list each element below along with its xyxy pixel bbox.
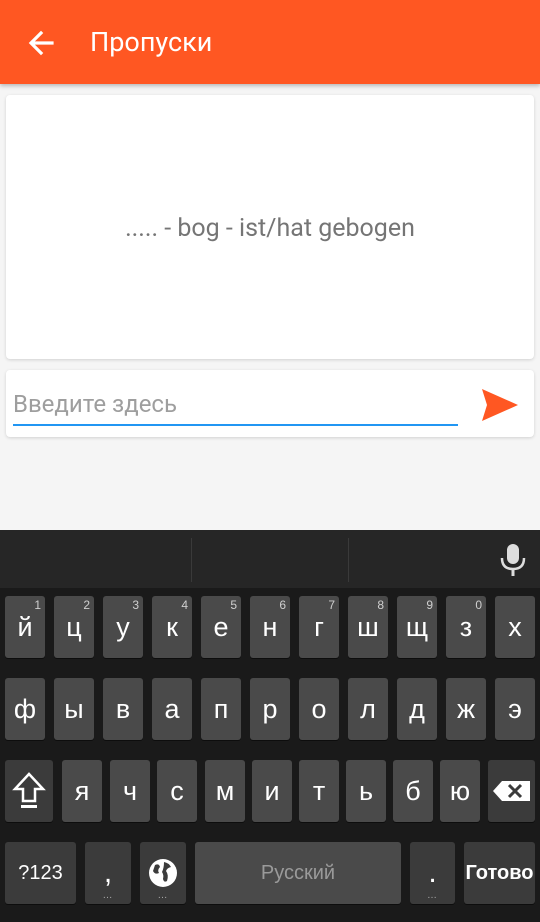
shift-icon [12,772,46,808]
key-label: ш [357,612,379,642]
key-hint: 3 [132,598,139,612]
key-б[interactable]: б [393,760,433,822]
globe-icon [149,859,177,887]
key-hint: 8 [377,598,384,612]
key-ц[interactable]: ц2 [54,596,94,658]
soft-keyboard: й1 ц2 у3 к4 е5 н6 г7 ш8 щ9 з0 х ф ы в а … [0,530,540,922]
key-и[interactable]: и [252,760,292,822]
symbols-key[interactable]: ?123 [5,842,76,904]
key-т[interactable]: т [299,760,339,822]
key-н[interactable]: н6 [250,596,290,658]
done-key[interactable]: Готово [464,842,535,904]
key-hint: 6 [279,598,286,612]
key-hint: 9 [426,598,433,612]
key-hint: 5 [230,598,237,612]
app-bar: Пропуски [0,0,540,84]
key-л[interactable]: л [348,678,388,740]
suggestion-strip [0,530,540,588]
key-hint: 7 [328,598,335,612]
key-э[interactable]: э [495,678,535,740]
key-р[interactable]: р [250,678,290,740]
back-arrow-icon[interactable] [26,28,56,58]
key-hint: 1 [34,598,41,612]
key-label: у [116,612,130,642]
key-а[interactable]: а [152,678,192,740]
key-ш[interactable]: ш8 [348,596,388,658]
send-icon[interactable] [480,387,520,423]
suggestion-divider [191,538,192,582]
page-title: Пропуски [90,26,213,58]
suggestion-divider [348,538,349,582]
backspace-key[interactable] [488,760,535,822]
key-ю[interactable]: ю [440,760,480,822]
question-text: ..... - bog - ist/hat gebogen [125,214,415,243]
key-в[interactable]: в [103,678,143,740]
answer-card [6,370,534,437]
key-hint: 2 [83,598,90,612]
backspace-icon [492,781,530,801]
key-ь[interactable]: ь [346,760,386,822]
key-з[interactable]: з0 [446,596,486,658]
key-ч[interactable]: ч [110,760,150,822]
key-ы[interactable]: ы [54,678,94,740]
key-г[interactable]: г7 [299,596,339,658]
key-label: щ [405,612,429,642]
comma-key[interactable]: , … [85,842,131,904]
key-ф[interactable]: ф [5,678,45,740]
key-п[interactable]: п [201,678,241,740]
key-label: к [166,612,178,642]
key-label: , [103,856,113,889]
key-label: ц [66,612,82,642]
key-label: х [508,612,522,642]
more-keys-indicator: … [427,890,438,901]
shift-key[interactable] [5,760,53,822]
key-label: н [262,612,278,642]
key-label: з [459,612,473,642]
key-щ[interactable]: щ9 [397,596,437,658]
key-у[interactable]: у3 [103,596,143,658]
key-label: г [314,612,324,642]
key-label: . [428,856,437,889]
language-key[interactable]: … [140,842,186,904]
key-д[interactable]: д [397,678,437,740]
key-е[interactable]: е5 [201,596,241,658]
key-я[interactable]: я [62,760,102,822]
more-keys-indicator: … [157,890,169,901]
key-ж[interactable]: ж [446,678,486,740]
key-hint: 4 [181,598,188,612]
key-к[interactable]: к4 [152,596,192,658]
key-й[interactable]: й1 [5,596,45,658]
more-keys-indicator: … [102,890,114,901]
key-label: е [213,612,229,642]
key-с[interactable]: с [157,760,197,822]
key-label: й [17,612,33,642]
space-key[interactable]: Русский [195,842,401,904]
period-key[interactable]: . … [410,842,455,904]
key-о[interactable]: о [299,678,339,740]
key-hint: 0 [475,598,482,612]
answer-input[interactable] [13,384,458,426]
key-х[interactable]: х [495,596,535,658]
key-м[interactable]: м [205,760,245,822]
microphone-icon[interactable] [498,543,528,577]
